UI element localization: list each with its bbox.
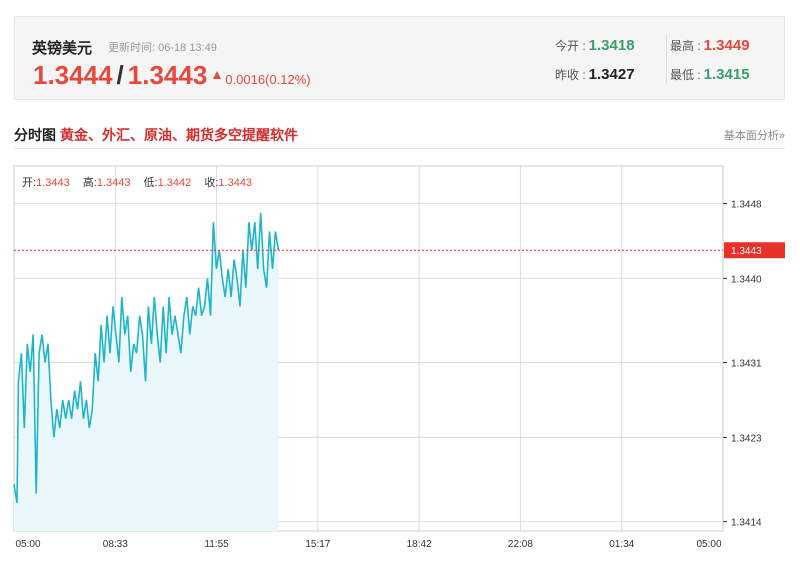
- legend-low-value: 1.3442: [157, 177, 192, 189]
- x-tick-label: 01:34: [609, 539, 634, 550]
- legend-high-value: 1.3443: [96, 177, 131, 189]
- legend-open-value: 1.3443: [36, 177, 70, 189]
- y-tick-label: 1.3423: [731, 433, 762, 444]
- x-tick-label: 05:00: [15, 539, 40, 550]
- legend-close-label: 收:: [204, 177, 219, 189]
- x-tick-label: 05:00: [696, 539, 721, 550]
- y-tick-label: 1.3448: [731, 199, 762, 210]
- legend-open-label: 开:: [22, 177, 37, 189]
- current-price-label: 1.3443: [731, 246, 762, 257]
- legend-close-value: 1.3443: [218, 177, 253, 189]
- x-tick-label: 08:33: [103, 539, 128, 550]
- x-tick-label: 15:17: [305, 539, 330, 550]
- x-tick-label: 11:55: [204, 539, 229, 550]
- y-tick-label: 1.3440: [731, 274, 762, 285]
- intraday-chart[interactable]: 05:00 08:33 11:55 15:17 18:42 22:08 01:34 05:00…: [0, 0, 800, 581]
- x-tick-label: 18:42: [407, 539, 432, 550]
- y-tick-label: 1.3414: [731, 518, 762, 529]
- legend-low-label: 低:: [143, 177, 158, 189]
- y-tick-label: 1.3431: [731, 359, 762, 370]
- legend-high-label: 高:: [82, 177, 97, 189]
- ohlc-legend: 开:1.3443 高:1.3443 低:1.3442 收:1.3443: [22, 174, 262, 190]
- x-tick-label: 22:08: [508, 539, 533, 550]
